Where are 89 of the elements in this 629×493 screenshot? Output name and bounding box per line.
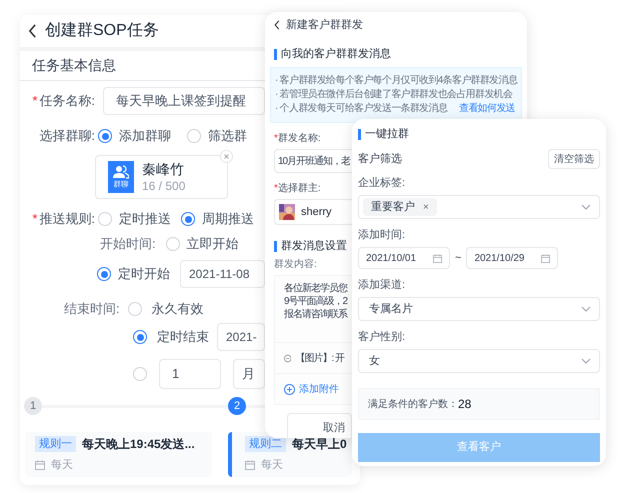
range-separator: ~ [455, 250, 462, 266]
rule-card[interactable]: 规则二 每天早上0 每天 [228, 432, 352, 477]
back-icon[interactable] [28, 24, 37, 38]
section-title: 一键拉群 [365, 126, 409, 142]
radio-button[interactable] [97, 267, 111, 281]
required-mark: * [32, 92, 38, 110]
calendar-icon [245, 460, 255, 470]
step-number: 2 [228, 397, 246, 415]
required-mark: * [274, 182, 278, 196]
option-label: 筛选群 [208, 127, 247, 146]
radio-button[interactable] [133, 330, 147, 344]
summary-label: 满足条件的客户数： [368, 398, 458, 412]
field-label: 客户筛选 [358, 152, 402, 167]
add-icon[interactable] [284, 384, 295, 394]
member-count: 16 / 500 [142, 178, 186, 194]
chat-name: 秦峰竹 [142, 160, 185, 178]
radio-button[interactable] [181, 212, 195, 226]
gender-select[interactable]: 女 [358, 349, 600, 373]
date-field[interactable]: 2021-11-08 [180, 260, 265, 288]
page-title: 新建客户群群发 [286, 18, 363, 33]
clear-filter-button[interactable]: 清空筛选 [548, 149, 600, 169]
option-label: 立即开始 [186, 235, 239, 254]
option-label: 定时推送 [119, 210, 171, 228]
field-label: 群发名称: [278, 132, 321, 146]
field-label: 推送规则: [39, 210, 95, 228]
field-label: 客户性别: [358, 330, 406, 343]
field-label: 选择群聊: [39, 127, 95, 146]
rule-text: 每天晚上19:45发送... [82, 436, 195, 453]
close-icon[interactable] [220, 150, 233, 163]
option-label: 周期推送 [202, 210, 254, 228]
rule-frequency: 每天 [51, 458, 73, 473]
tag-select[interactable]: 重要客户 × [358, 195, 600, 219]
required-mark: * [32, 210, 38, 228]
chevron-down-icon [581, 306, 591, 312]
option-label: 定时结束 [157, 328, 209, 346]
content-line: 各位新老学员您 [284, 282, 347, 295]
rule-tag: 规则一 [35, 436, 76, 452]
option-label: 定时开始 [118, 265, 170, 284]
select-value: 女 [368, 354, 380, 369]
add-attachment-link[interactable]: 添加附件 [299, 382, 339, 396]
field-label: 选择群主: [278, 182, 321, 196]
chevron-down-icon [581, 358, 591, 364]
rule-text: 每天早上0 [292, 436, 347, 453]
field-label: 结束时间: [64, 300, 120, 318]
content-line: 9号平面高级，2 [284, 295, 348, 308]
page-title: 创建群SOP任务 [45, 20, 159, 41]
user-group-icon [113, 164, 129, 178]
radio-button[interactable] [98, 129, 112, 143]
field-label: 任务名称: [39, 92, 95, 110]
field-label: 添加渠道: [358, 278, 406, 291]
rule-frequency: 每天 [261, 458, 283, 473]
tag-label: 重要客户 [371, 200, 415, 215]
cancel-button[interactable]: 取消 [287, 413, 352, 438]
option-label: 添加群聊 [119, 127, 171, 146]
date-value: 2021/10/01 [366, 252, 416, 266]
notice-text: · 个人群发每天可给客户发送一条群发消息 [275, 103, 448, 114]
tag-remove[interactable]: × [423, 200, 429, 214]
calendar-icon [35, 460, 45, 470]
field-label: 添加时间: [358, 228, 406, 241]
chevron-down-icon [581, 204, 591, 210]
section-title: 群发消息设置 [281, 238, 347, 254]
date-field[interactable]: 2021/10/29 [466, 247, 558, 269]
select-value: 专属名片 [368, 302, 413, 317]
notice-text: · 若管理员在微伴后台创建了客户群群发也会占用群发机会 [275, 89, 512, 100]
attachment-name: 【图片】: 开 [295, 352, 344, 366]
help-link[interactable]: 查看如何发送 [459, 103, 515, 114]
step-number: 1 [24, 397, 42, 415]
date-value: 2021/10/29 [474, 252, 524, 266]
field-label: 开始时间: [100, 235, 156, 254]
option-label: 永久有效 [152, 300, 204, 318]
task-name-field[interactable]: 每天早晚上课签到提醒 [103, 87, 265, 115]
section-marker [358, 128, 361, 140]
date-field[interactable]: 2021/10/01 [358, 247, 450, 269]
customer-count: 28 [458, 396, 472, 413]
back-icon[interactable] [274, 20, 280, 30]
rule-card[interactable]: 规则一 每天晚上19:45发送... 每天 [25, 432, 212, 477]
number-field[interactable]: 1 [159, 359, 221, 389]
remove-icon[interactable] [284, 352, 292, 364]
field-label: 群发内容: [274, 258, 317, 271]
section-marker [274, 240, 277, 252]
section-marker [274, 48, 277, 60]
calendar-icon [433, 254, 442, 262]
content-line: 报名请咨询联系 [284, 308, 347, 321]
rule-tag: 规则二 [245, 436, 286, 452]
owner-name: sherry [301, 204, 332, 220]
calendar-icon [541, 254, 550, 262]
field-label: 企业标签: [358, 176, 406, 189]
required-mark: * [274, 132, 278, 146]
channel-select[interactable]: 专属名片 [358, 297, 600, 321]
